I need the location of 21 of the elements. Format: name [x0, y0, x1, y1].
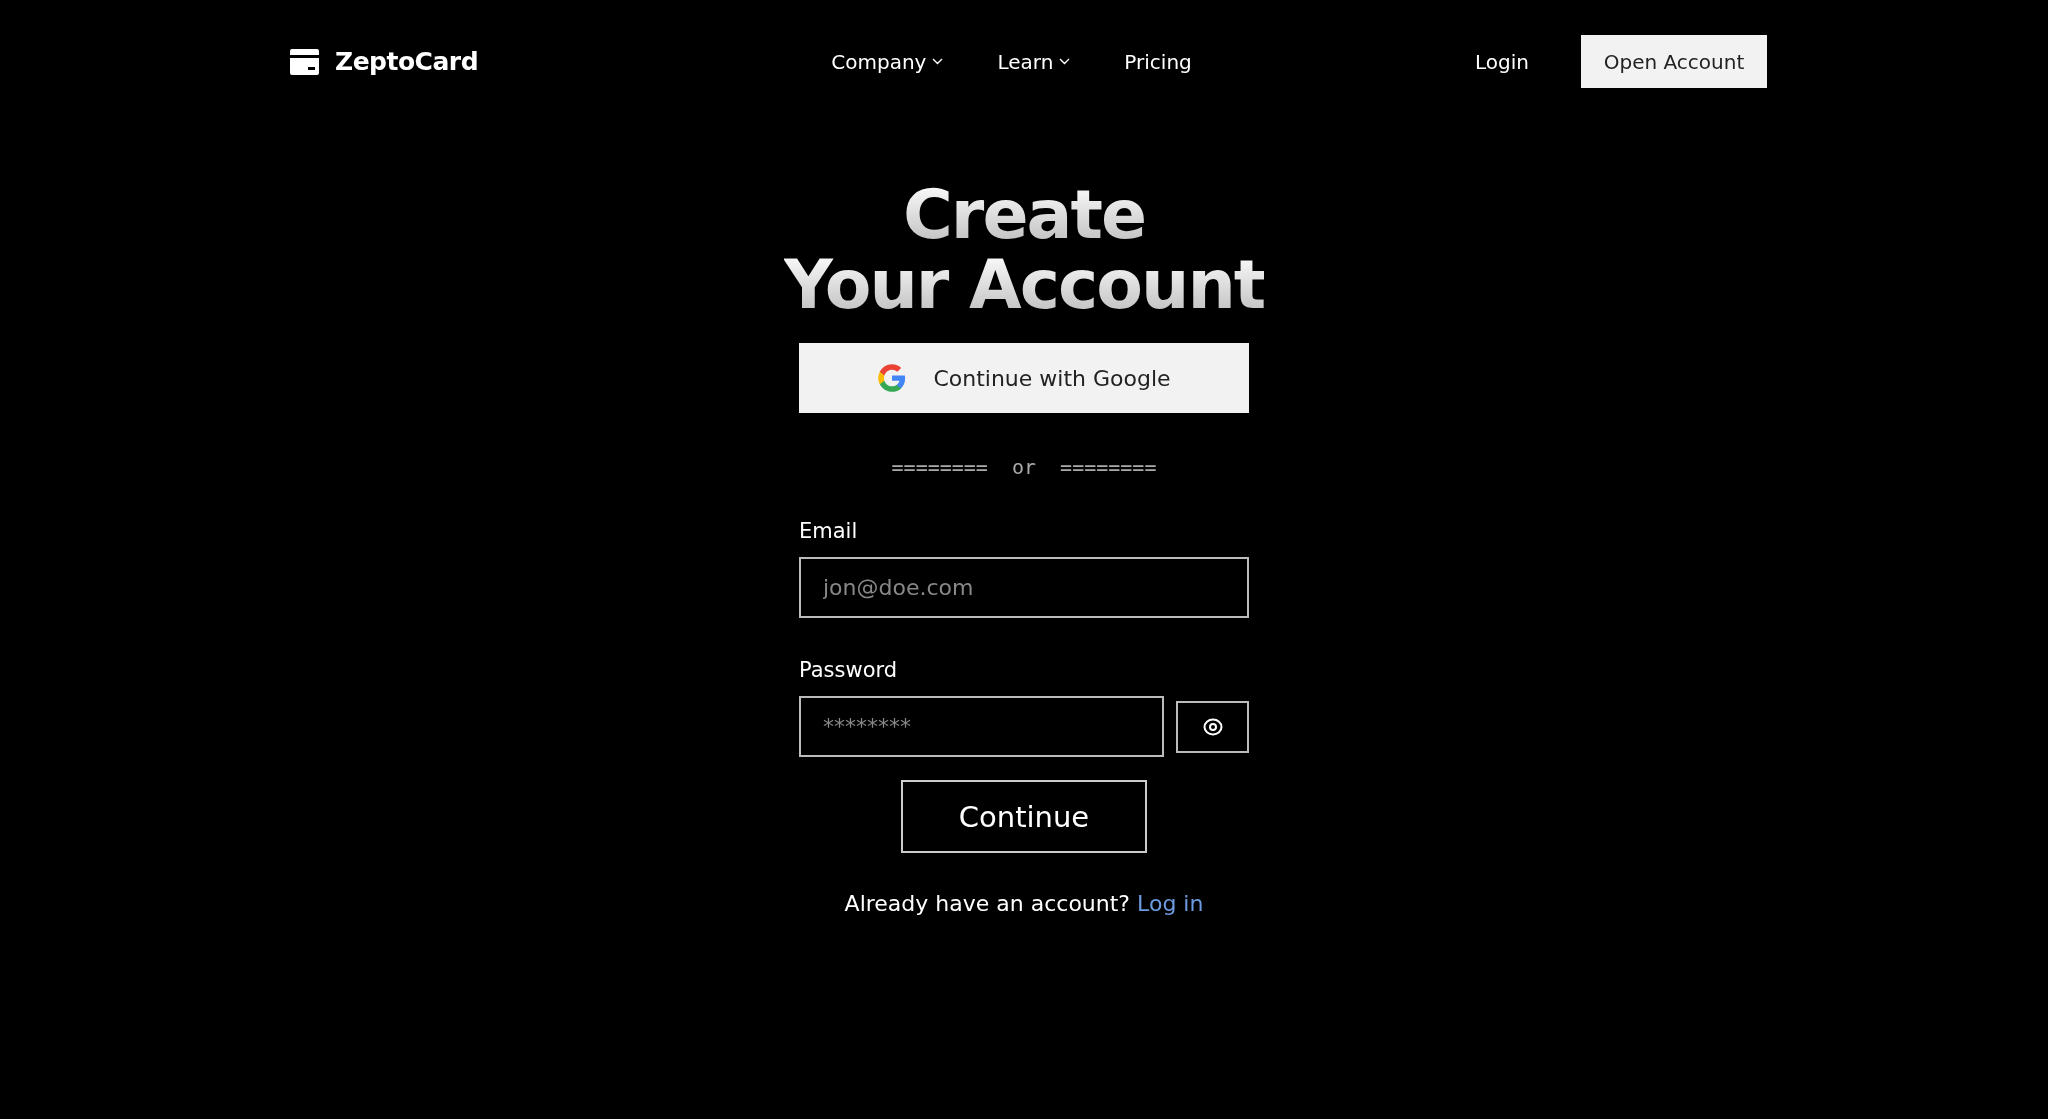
login-link[interactable]: Login [1475, 49, 1529, 74]
eye-icon [1201, 717, 1224, 736]
continue-button[interactable]: Continue [901, 780, 1147, 853]
email-field[interactable]: jon@doe.com [799, 557, 1249, 618]
open-account-button[interactable]: Open Account [1581, 35, 1767, 88]
nav-link[interactable]: Company [831, 49, 944, 74]
nav-link[interactable]: Learn [997, 49, 1071, 74]
field-label: Password [799, 658, 899, 682]
google-icon [877, 363, 908, 393]
brand-name[interactable]: ZeptoCard [335, 47, 479, 76]
field-label: Email [799, 519, 859, 543]
chevron-icon [1059, 58, 1071, 65]
login-prompt: Already have an account? Log in [844, 891, 1204, 916]
card-icon [290, 48, 319, 75]
google-button[interactable]: Continue with Google [799, 343, 1249, 413]
show-password-button[interactable] [1176, 700, 1249, 753]
chevron-icon [932, 58, 944, 65]
login-link[interactable]: Log in [1137, 891, 1204, 916]
password-field[interactable]: ******** [799, 696, 1164, 757]
nav-link[interactable]: Pricing [1124, 49, 1192, 74]
divider-text: ======== or ======== [891, 455, 1157, 479]
